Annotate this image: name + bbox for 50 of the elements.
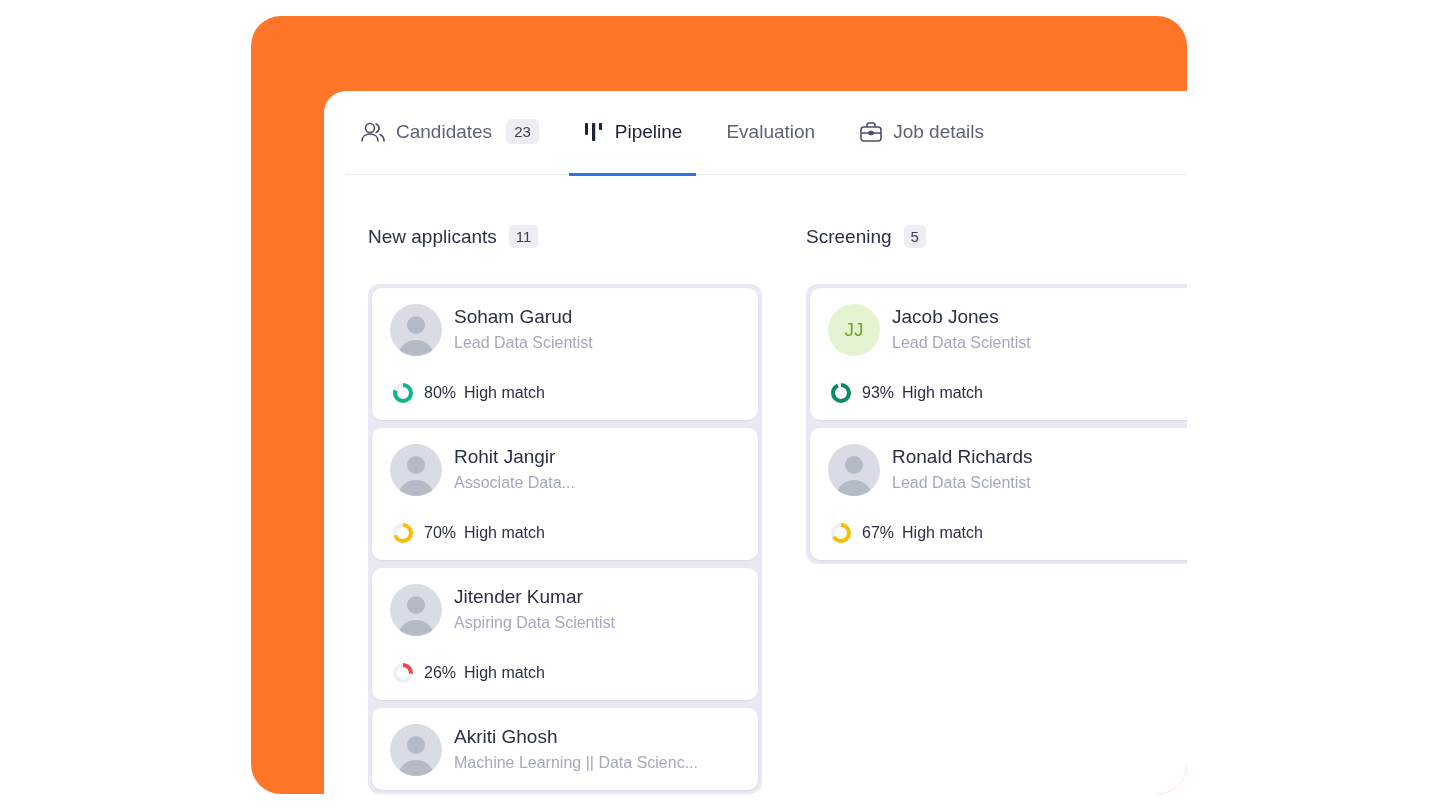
match-percent: 26% [424,664,457,682]
count-badge: 23 [506,119,539,145]
match-percent: 93% [862,384,895,402]
match-label: High match [464,664,545,682]
photo-placeholder [390,444,442,496]
candidate-role: Lead Data Scientist [892,334,1031,352]
tab[interactable]: Candidates 23 [346,91,553,176]
candidate-role: Associate Data... [454,474,575,492]
candidate-name: Akriti Ghosh [454,726,559,748]
candidate-card[interactable]: Rohit Jangir Associate Data... 70% High match [372,428,758,560]
photo-placeholder [390,724,442,776]
candidate-card[interactable]: Ronald Richards Lead Data Scientist 67% High match [810,428,1187,560]
match-ring [390,660,416,686]
candidate-card[interactable]: Akriti Ghosh Machine Learning || Data Scienc... [372,708,758,790]
candidate-name: Jacob Jones [892,306,1000,328]
tab[interactable]: Pipeline [568,91,697,176]
candidate-card[interactable]: Soham Garud Lead Data Scientist 80% High match [372,288,758,420]
tab[interactable]: Job details [845,91,998,176]
match-label: High match [464,524,545,542]
candidate-role: Lead Data Scientist [892,474,1032,492]
tab[interactable]: Evaluation [712,91,830,176]
match-ring [828,520,854,546]
candidate-name: Jitender Kumar [454,586,584,608]
match-percent: 67% [862,524,895,542]
match-ring [390,520,416,546]
count-badge: 5 [903,225,926,248]
candidate-role: Machine Learning || Data Scienc... [454,754,698,772]
candidate-name: Rohit Jangir [454,446,557,468]
match-label: High match [902,524,983,542]
candidate-role: Aspiring Data Scientist [454,614,615,632]
match-ring [828,380,854,406]
match-ring [390,380,416,406]
candidate-card[interactable]: Jitender Kumar Aspiring Data Scientist 26% High match [372,568,758,700]
count-badge: 11 [508,225,539,248]
candidate-role: Lead Data Scientist [454,334,593,352]
photo-placeholder [828,444,880,496]
candidate-name: Soham Garud [454,306,574,328]
pipeline-bars-icon [582,120,605,143]
match-percent: 80% [424,384,457,402]
briefcase-icon [859,120,884,143]
match-percent: 70% [424,524,457,542]
photo-placeholder [390,304,442,356]
candidate-card[interactable]: JJ Jacob Jones Lead Data Scientist 93% High match [810,288,1187,420]
match-label: High match [464,384,545,402]
column-title: Screening [806,225,892,248]
candidate-name: Ronald Richards [892,446,1033,468]
column-title: New applicants [368,225,497,248]
photo-placeholder [390,584,442,636]
match-label: High match [902,384,983,402]
initials-avatar: JJ [828,304,880,356]
